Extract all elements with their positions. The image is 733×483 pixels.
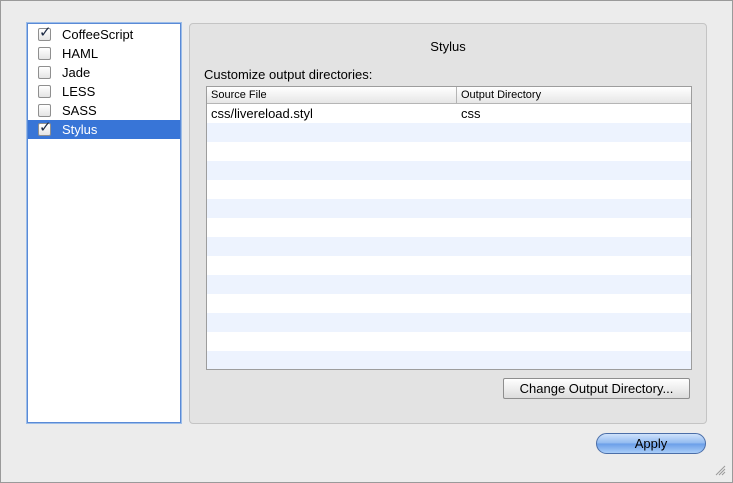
empty-table-row bbox=[207, 218, 691, 237]
language-label: HAML bbox=[62, 46, 99, 61]
language-item-less[interactable]: LESS bbox=[28, 82, 180, 101]
change-output-directory-button[interactable]: Change Output Directory... bbox=[503, 378, 690, 399]
language-list[interactable]: CoffeeScript HAML Jade LESS SASS Stylus bbox=[27, 23, 181, 423]
language-label: Jade bbox=[62, 65, 91, 80]
empty-table-row bbox=[207, 313, 691, 332]
options-panel: Stylus Customize output directories: Sou… bbox=[189, 23, 707, 424]
panel-subtitle: Customize output directories: bbox=[204, 67, 373, 82]
empty-table-row bbox=[207, 123, 691, 142]
checkbox-less[interactable] bbox=[38, 85, 51, 98]
table-body: css/livereload.styl css bbox=[207, 104, 691, 369]
empty-table-row bbox=[207, 294, 691, 313]
preferences-window: CoffeeScript HAML Jade LESS SASS Stylus … bbox=[0, 0, 733, 483]
language-label: CoffeeScript bbox=[62, 27, 134, 42]
checkbox-haml[interactable] bbox=[38, 47, 51, 60]
resize-grip-icon[interactable] bbox=[715, 465, 726, 476]
checkbox-stylus[interactable] bbox=[38, 118, 52, 136]
table-row[interactable]: css/livereload.styl css bbox=[207, 104, 691, 123]
empty-table-row bbox=[207, 199, 691, 218]
language-label: SASS bbox=[62, 103, 97, 118]
output-directories-table[interactable]: Source File Output Directory css/liverel… bbox=[206, 86, 692, 370]
column-header-output-directory[interactable]: Output Directory bbox=[457, 87, 691, 103]
language-item-jade[interactable]: Jade bbox=[28, 63, 180, 82]
empty-table-row bbox=[207, 351, 691, 369]
empty-table-row bbox=[207, 142, 691, 161]
language-item-haml[interactable]: HAML bbox=[28, 44, 180, 63]
source-file-cell: css/livereload.styl bbox=[211, 106, 313, 121]
column-header-source-file[interactable]: Source File bbox=[207, 87, 457, 103]
language-item-coffeescript[interactable]: CoffeeScript bbox=[28, 23, 180, 44]
empty-table-row bbox=[207, 180, 691, 199]
checkbox-jade[interactable] bbox=[38, 66, 51, 79]
panel-title: Stylus bbox=[430, 39, 466, 54]
output-directory-cell: css bbox=[461, 106, 481, 121]
checkbox-coffeescript[interactable] bbox=[38, 23, 52, 41]
table-header: Source File Output Directory bbox=[207, 87, 691, 104]
language-label: Stylus bbox=[62, 122, 98, 137]
language-item-stylus[interactable]: Stylus bbox=[28, 118, 180, 139]
empty-table-row bbox=[207, 332, 691, 351]
empty-table-row bbox=[207, 275, 691, 294]
language-label: LESS bbox=[62, 84, 96, 99]
apply-button[interactable]: Apply bbox=[596, 433, 706, 454]
checkbox-sass[interactable] bbox=[38, 104, 51, 117]
empty-table-row bbox=[207, 161, 691, 180]
empty-table-row bbox=[207, 256, 691, 275]
empty-table-row bbox=[207, 237, 691, 256]
